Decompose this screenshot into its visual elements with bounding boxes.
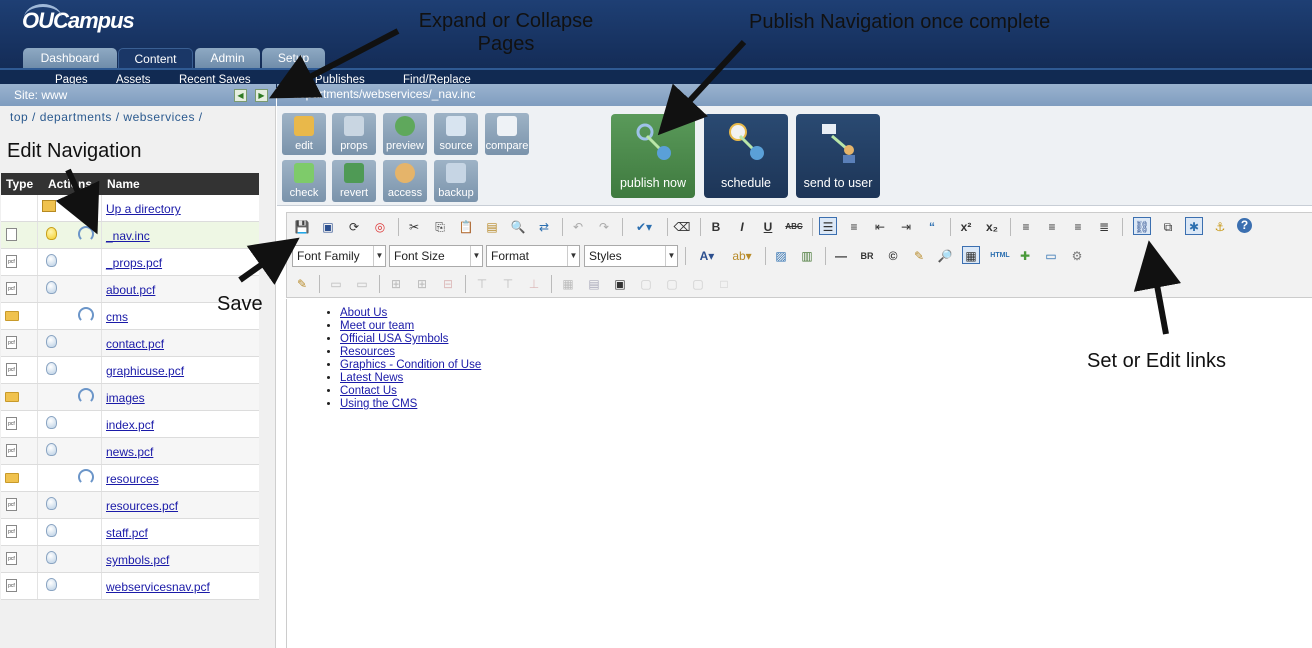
arrow-edit-navigation [55, 168, 100, 235]
arrow-publish [657, 39, 747, 136]
arrow-save [238, 237, 300, 285]
annotation-arrows [55, 28, 1182, 335]
arrow-links [1133, 240, 1182, 335]
arrow-expand-collapse [269, 28, 400, 99]
